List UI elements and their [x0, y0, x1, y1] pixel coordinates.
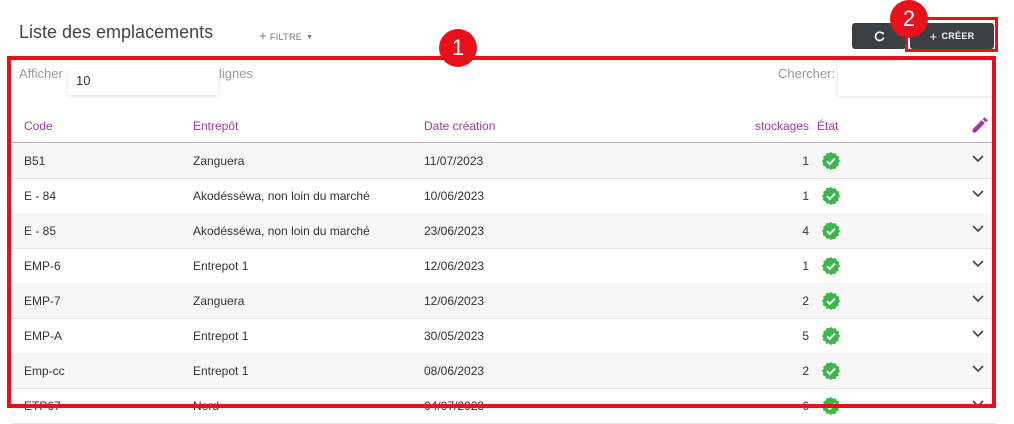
annotation-badge-1: 1 — [439, 29, 477, 67]
caret-down-icon: ▼ — [306, 34, 314, 41]
annotation-badge-2: 2 — [890, 0, 928, 38]
refresh-icon — [874, 30, 884, 41]
plus-icon: + — [259, 28, 267, 43]
filter-dropdown[interactable]: + FILTRE ▼ — [259, 28, 313, 43]
page-title: Liste des emplacements — [19, 22, 214, 42]
annotation-box-1 — [7, 56, 996, 408]
filter-label: FILTRE — [269, 32, 303, 42]
